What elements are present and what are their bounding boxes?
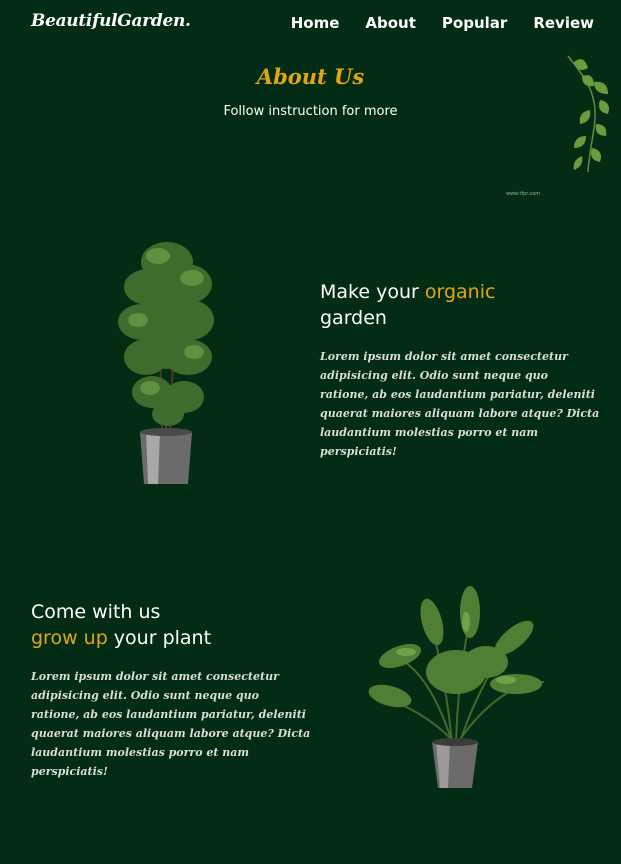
- nav-link-home[interactable]: Home: [291, 14, 340, 32]
- palm-plant-image: [368, 586, 545, 788]
- organic-garden-paragraph: Lorem ipsum dolor sit amet consectetur a…: [320, 350, 600, 458]
- heading-accent: organic: [424, 281, 496, 303]
- navbar: BeautifulGarden. Home About Popular Revi…: [0, 0, 621, 46]
- organic-garden-section: Make your organic garden Lorem ipsum dol…: [320, 279, 600, 461]
- hanging-vine-image: [567, 55, 609, 173]
- nav-menu: Home About Popular Review: [291, 14, 594, 32]
- grow-up-heading: Come with us grow up your plant: [31, 599, 311, 651]
- fiddle-leaf-fig-image: [118, 242, 214, 484]
- section-title: About Us: [256, 64, 365, 89]
- nav-link-popular[interactable]: Popular: [442, 14, 507, 32]
- organic-garden-heading: Make your organic garden: [320, 279, 600, 331]
- heading-accent: grow up: [31, 627, 108, 649]
- watermark: www.tfpr.com: [506, 191, 541, 197]
- section-subtitle: Follow instruction for more: [223, 104, 398, 119]
- grow-up-section: Come with us grow up your plant Lorem ip…: [31, 599, 311, 781]
- site-logo[interactable]: BeautifulGarden.: [31, 11, 191, 31]
- nav-link-review[interactable]: Review: [533, 14, 594, 32]
- nav-link-about[interactable]: About: [365, 14, 416, 32]
- grow-up-paragraph: Lorem ipsum dolor sit amet consectetur a…: [31, 670, 311, 778]
- heading-text: Make your: [320, 281, 425, 303]
- heading-text-line2: your plant: [107, 627, 212, 649]
- heading-text-line2: garden: [320, 307, 387, 329]
- heading-text: Come with us: [31, 601, 161, 623]
